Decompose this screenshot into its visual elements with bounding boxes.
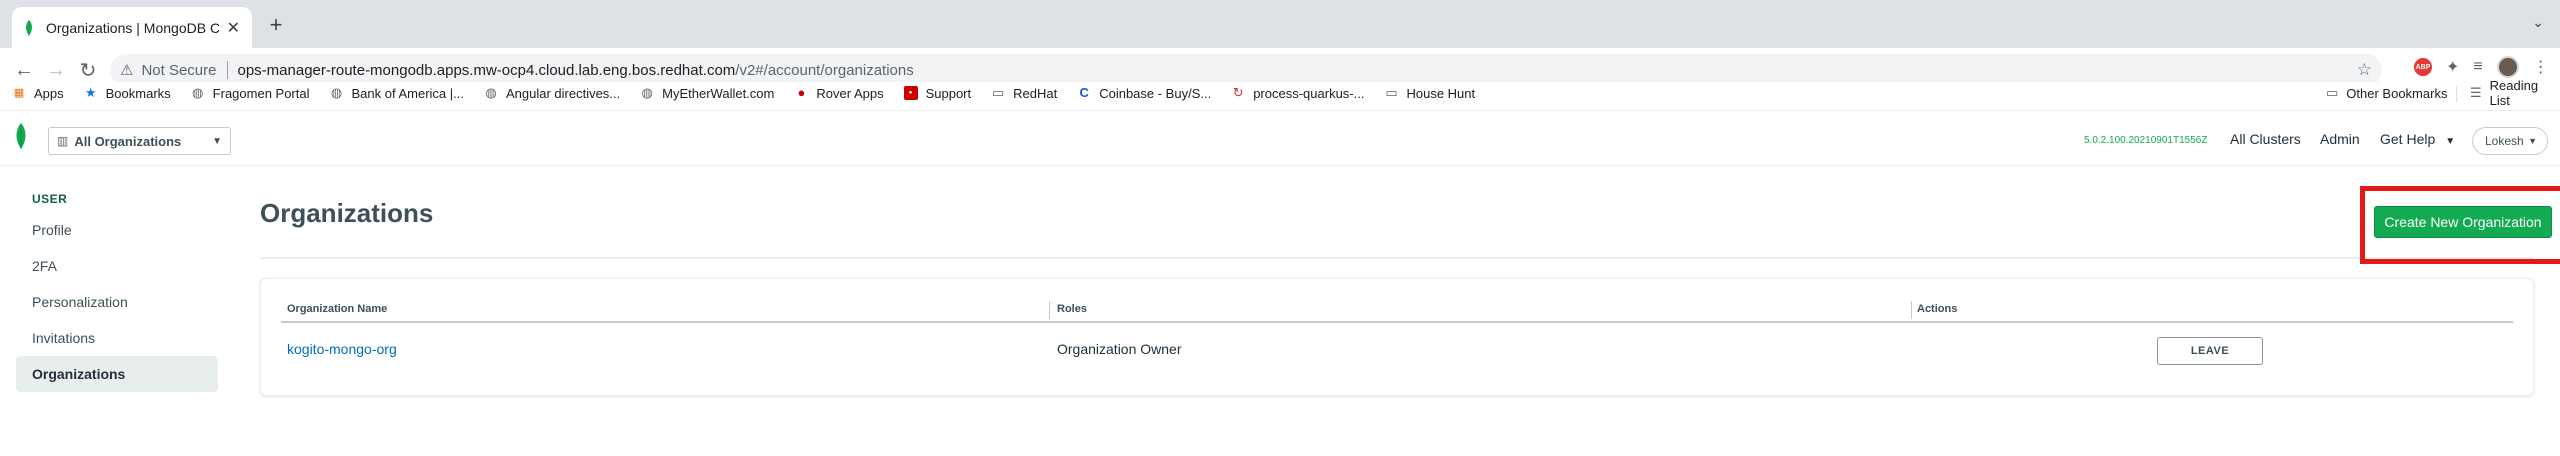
bookmark-redhat-folder[interactable]: ▭ RedHat	[991, 86, 1057, 101]
url-path: /v2#/account/organizations	[735, 61, 914, 79]
apps-grid-icon: ▦	[13, 87, 25, 99]
bookmark-support[interactable]: ● Support	[903, 86, 971, 101]
tab-search-icon[interactable]: ⌄	[2532, 14, 2544, 31]
sidebar-item-profile[interactable]: Profile	[16, 212, 218, 248]
browser-menu-icon[interactable]: ⋮	[2533, 57, 2549, 77]
mongodb-leaf-icon	[26, 19, 32, 36]
sidebar-item-invitations[interactable]: Invitations	[16, 320, 218, 356]
support-icon: ●	[903, 86, 918, 100]
new-tab-button[interactable]: +	[262, 12, 290, 40]
reading-list-icon: ☰	[2470, 85, 2482, 100]
column-divider	[1049, 301, 1050, 319]
globe-icon: ◍	[330, 85, 343, 100]
column-header-roles[interactable]: Roles	[1057, 303, 1087, 315]
reading-list-toolbar-icon[interactable]: ≡	[2473, 58, 2482, 76]
globe-icon: ◍	[641, 85, 653, 100]
column-header-actions: Actions	[1917, 303, 1958, 315]
table-header: Organization Name Roles Actions	[281, 299, 2513, 323]
get-help-menu[interactable]: Get Help ▼	[2380, 131, 2455, 147]
warning-icon[interactable]: ⚠	[120, 61, 133, 79]
globe-icon: ◍	[485, 85, 497, 100]
bookmark-fragomen[interactable]: ◍ Fragomen Portal	[191, 86, 310, 101]
bookmark-bookmarks[interactable]: ★ Bookmarks	[84, 86, 171, 101]
column-divider	[1911, 301, 1912, 319]
mongodb-logo-icon[interactable]	[14, 123, 28, 149]
organization-selector[interactable]: ▥ All Organizations ▼	[48, 127, 231, 155]
omnibox-divider	[226, 61, 228, 79]
admin-link[interactable]: Admin	[2320, 131, 2360, 147]
not-secure-label[interactable]: Not Secure	[141, 62, 216, 79]
column-header-organization-name[interactable]: Organization Name	[287, 303, 387, 315]
globe-icon: ◍	[192, 85, 204, 100]
quarkus-icon: ↻	[1232, 85, 1244, 100]
coinbase-icon: C	[1079, 85, 1089, 100]
version-label: 5.0.2.100.20210901T1556Z	[2084, 135, 2208, 146]
organizations-table-card: Organization Name Roles Actions kogito-m…	[260, 278, 2534, 396]
bookmark-coinbase[interactable]: C Coinbase - Buy/S...	[1077, 85, 1212, 101]
bookmark-process-quarkus[interactable]: ↻ process-quarkus-...	[1231, 85, 1365, 101]
folder-icon: ▭	[2326, 85, 2339, 100]
caret-down-icon: ▼	[2528, 136, 2537, 146]
bookmarks-divider	[2456, 86, 2457, 102]
tab-title: Organizations | MongoDB Clou	[46, 19, 219, 36]
bookmark-myetherwallet[interactable]: ◍ MyEtherWallet.com	[640, 86, 774, 101]
sidebar-item-personalization[interactable]: Personalization	[16, 284, 218, 320]
bookmark-star-icon[interactable]: ☆	[2357, 60, 2372, 80]
back-button[interactable]: ←	[8, 59, 40, 82]
sidebar-item-organizations[interactable]: Organizations	[16, 356, 218, 392]
create-new-organization-button[interactable]: Create New Organization	[2374, 206, 2552, 238]
folder-icon: ▭	[1385, 85, 1398, 100]
account-sidebar: USER Profile 2FA Personalization Invitat…	[16, 192, 218, 392]
user-menu-button[interactable]: Lokesh ▼	[2472, 127, 2548, 155]
caret-down-icon: ▼	[2445, 136, 2456, 147]
close-tab-icon[interactable]: ✕	[227, 18, 240, 38]
forward-button[interactable]: →	[40, 59, 72, 82]
leave-organization-button[interactable]: LEAVE	[2157, 337, 2263, 365]
bookmark-rover-apps[interactable]: ● Rover Apps	[794, 86, 883, 101]
caret-down-icon: ▼	[212, 135, 222, 147]
page-title: Organizations	[260, 198, 434, 228]
organization-name-link[interactable]: kogito-mongo-org	[287, 341, 397, 357]
url-host: ops-manager-route-mongodb.apps.mw-ocp4.c…	[237, 61, 736, 79]
all-clusters-link[interactable]: All Clusters	[2230, 131, 2301, 147]
browser-tab-strip: Organizations | MongoDB Clou ✕ + ⌄	[0, 0, 2560, 48]
bookmark-apps[interactable]: ▦ Apps	[12, 86, 64, 101]
bookmark-house-hunt[interactable]: ▭ House Hunt	[1384, 86, 1475, 101]
reload-button[interactable]: ↻	[72, 58, 104, 83]
profile-avatar[interactable]	[2496, 56, 2519, 78]
organization-role: Organization Owner	[1057, 341, 1182, 357]
building-icon: ▥	[57, 134, 69, 148]
browser-tab[interactable]: Organizations | MongoDB Clou ✕	[12, 7, 252, 48]
other-bookmarks[interactable]: ▭ Other Bookmarks	[2326, 82, 2447, 104]
redhat-icon: ●	[797, 85, 806, 100]
reading-list[interactable]: ☰ Reading List	[2470, 78, 2560, 108]
adblock-extension-icon[interactable]: ABP	[2414, 58, 2432, 76]
app-top-nav: ▥ All Organizations ▼ 5.0.2.100.20210901…	[0, 110, 2560, 166]
bookmark-angular[interactable]: ◍ Angular directives...	[484, 86, 620, 101]
folder-icon: ▭	[991, 85, 1005, 100]
sidebar-item-2fa[interactable]: 2FA	[16, 248, 218, 284]
star-icon: ★	[84, 85, 97, 100]
extensions-area: ABP ✦ ≡ ⋮	[2414, 56, 2549, 78]
bookmarks-bar: ▦ Apps ★ Bookmarks ◍ Fragomen Portal ◍ Bank …	[0, 78, 2560, 108]
title-divider	[260, 257, 2534, 259]
sidebar-section-header: USER	[32, 192, 68, 206]
bookmark-bank-of-america[interactable]: ◍ Bank of America |...	[330, 86, 464, 101]
extensions-puzzle-icon[interactable]: ✦	[2446, 57, 2459, 77]
